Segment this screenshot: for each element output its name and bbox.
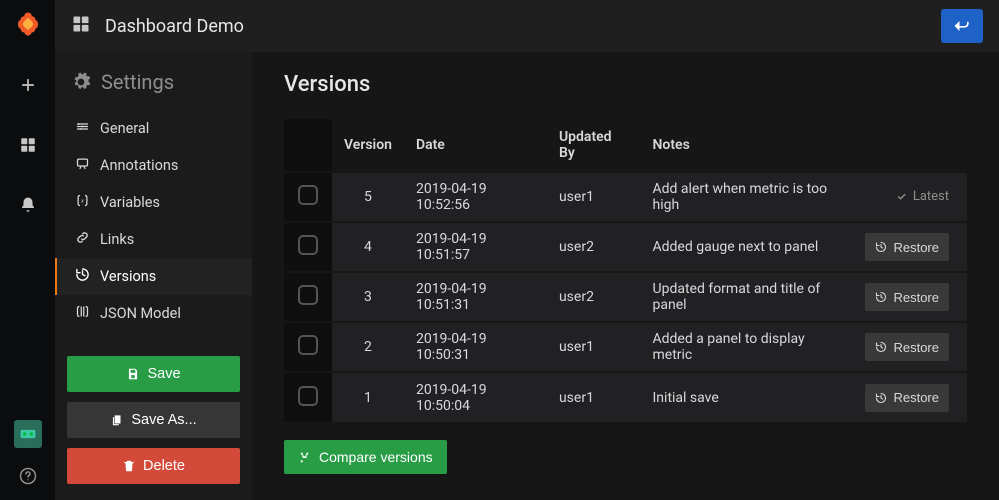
sidebar-item-links[interactable]: Links [55, 221, 252, 258]
back-button[interactable] [941, 9, 983, 43]
save-as-button-label: Save As... [131, 412, 196, 428]
cell-notes: Updated format and title of panel [641, 272, 852, 322]
cell-date: 2019-04-19 10:51:57 [404, 222, 547, 272]
cell-date: 2019-04-19 10:52:56 [404, 172, 547, 222]
nav-rail [0, 0, 55, 500]
help-icon[interactable] [18, 466, 38, 490]
restore-button[interactable]: Restore [865, 283, 949, 311]
restore-button[interactable]: Restore [865, 233, 949, 261]
save-as-button[interactable]: Save As... [67, 402, 240, 438]
sidebar-item-label: Variables [100, 194, 160, 211]
content-title: Versions [284, 72, 967, 97]
svg-text:x: x [80, 198, 84, 204]
history-icon [875, 392, 887, 404]
grafana-logo-icon[interactable] [11, 8, 45, 42]
cell-version: 2 [332, 322, 404, 372]
cell-notes: Added a panel to display metric [641, 322, 852, 372]
cell-version: 5 [332, 172, 404, 222]
save-button[interactable]: Save [67, 356, 240, 392]
delete-button-label: Delete [143, 458, 185, 474]
sidebar-item-general[interactable]: General [55, 110, 252, 147]
alert-bell-icon[interactable] [11, 188, 45, 222]
row-checkbox[interactable] [298, 335, 318, 355]
col-updated-by: Updated By [547, 119, 641, 172]
cell-date: 2019-04-19 10:50:31 [404, 322, 547, 372]
sidebar-item-label: Annotations [100, 157, 178, 174]
dashboard-grid-icon [71, 14, 91, 38]
sliders-icon [75, 119, 90, 138]
save-button-label: Save [147, 366, 180, 382]
versions-table: Version Date Updated By Notes 52019-04-1… [284, 119, 967, 422]
sidebar-item-annotations[interactable]: Annotations [55, 147, 252, 184]
cell-updated-by: user2 [547, 272, 641, 322]
sidebar-item-label: JSON Model [100, 305, 181, 322]
copy-icon [110, 413, 124, 427]
history-icon [875, 241, 887, 253]
cell-updated-by: user1 [547, 322, 641, 372]
history-icon [75, 267, 90, 286]
row-checkbox[interactable] [298, 235, 318, 255]
delete-button[interactable]: Delete [67, 448, 240, 484]
table-row: 32019-04-19 10:51:31user2Updated format … [284, 272, 967, 322]
cell-notes: Added gauge next to panel [641, 222, 852, 272]
history-icon [875, 291, 887, 303]
sidebar-item-label: Links [100, 231, 134, 248]
col-version: Version [332, 119, 404, 172]
cell-version: 1 [332, 372, 404, 422]
variables-icon: x [75, 193, 90, 212]
latest-label: Latest [896, 189, 949, 204]
sidebar-item-variables[interactable]: x Variables [55, 184, 252, 221]
cell-date: 2019-04-19 10:50:04 [404, 372, 547, 422]
row-checkbox[interactable] [298, 386, 318, 406]
save-icon [126, 367, 140, 381]
cell-notes: Add alert when metric is too high [641, 172, 852, 222]
compare-versions-button[interactable]: Compare versions [284, 440, 447, 474]
page-title: Dashboard Demo [105, 16, 244, 37]
content-area: Versions Version Date Updated By Notes 5… [252, 52, 999, 500]
restore-button[interactable]: Restore [865, 333, 949, 361]
table-row: 52019-04-19 10:52:56user1Add alert when … [284, 172, 967, 222]
user-avatar[interactable] [14, 420, 42, 448]
json-icon [75, 304, 90, 323]
trash-icon [122, 459, 136, 473]
compare-versions-label: Compare versions [319, 449, 433, 465]
settings-sidebar: Settings General Annotations x Variables Lin… [55, 52, 252, 500]
cell-updated-by: user1 [547, 372, 641, 422]
cell-updated-by: user1 [547, 172, 641, 222]
history-icon [875, 341, 887, 353]
settings-heading: Settings [55, 70, 252, 110]
sidebar-item-label: General [100, 120, 149, 137]
table-row: 12019-04-19 10:50:04user1Initial save Res… [284, 372, 967, 422]
col-notes: Notes [641, 119, 852, 172]
cell-version: 3 [332, 272, 404, 322]
sidebar-item-json-model[interactable]: JSON Model [55, 295, 252, 332]
table-row: 22019-04-19 10:50:31user1Added a panel t… [284, 322, 967, 372]
dashboard-grid-icon[interactable] [11, 128, 45, 162]
row-checkbox[interactable] [298, 185, 318, 205]
sidebar-item-versions[interactable]: Versions [55, 258, 252, 295]
col-date: Date [404, 119, 547, 172]
restore-button[interactable]: Restore [865, 384, 949, 412]
row-checkbox[interactable] [298, 285, 318, 305]
gear-icon [71, 72, 91, 92]
branch-icon [298, 451, 311, 464]
annotation-icon [75, 156, 90, 175]
sidebar-item-label: Versions [100, 268, 156, 285]
top-bar: Dashboard Demo [55, 0, 999, 52]
link-icon [75, 230, 90, 249]
cell-version: 4 [332, 222, 404, 272]
settings-heading-label: Settings [101, 70, 174, 94]
cell-updated-by: user2 [547, 222, 641, 272]
cell-date: 2019-04-19 10:51:31 [404, 272, 547, 322]
cell-notes: Initial save [641, 372, 852, 422]
table-row: 42019-04-19 10:51:57user2Added gauge nex… [284, 222, 967, 272]
plus-icon[interactable] [11, 68, 45, 102]
